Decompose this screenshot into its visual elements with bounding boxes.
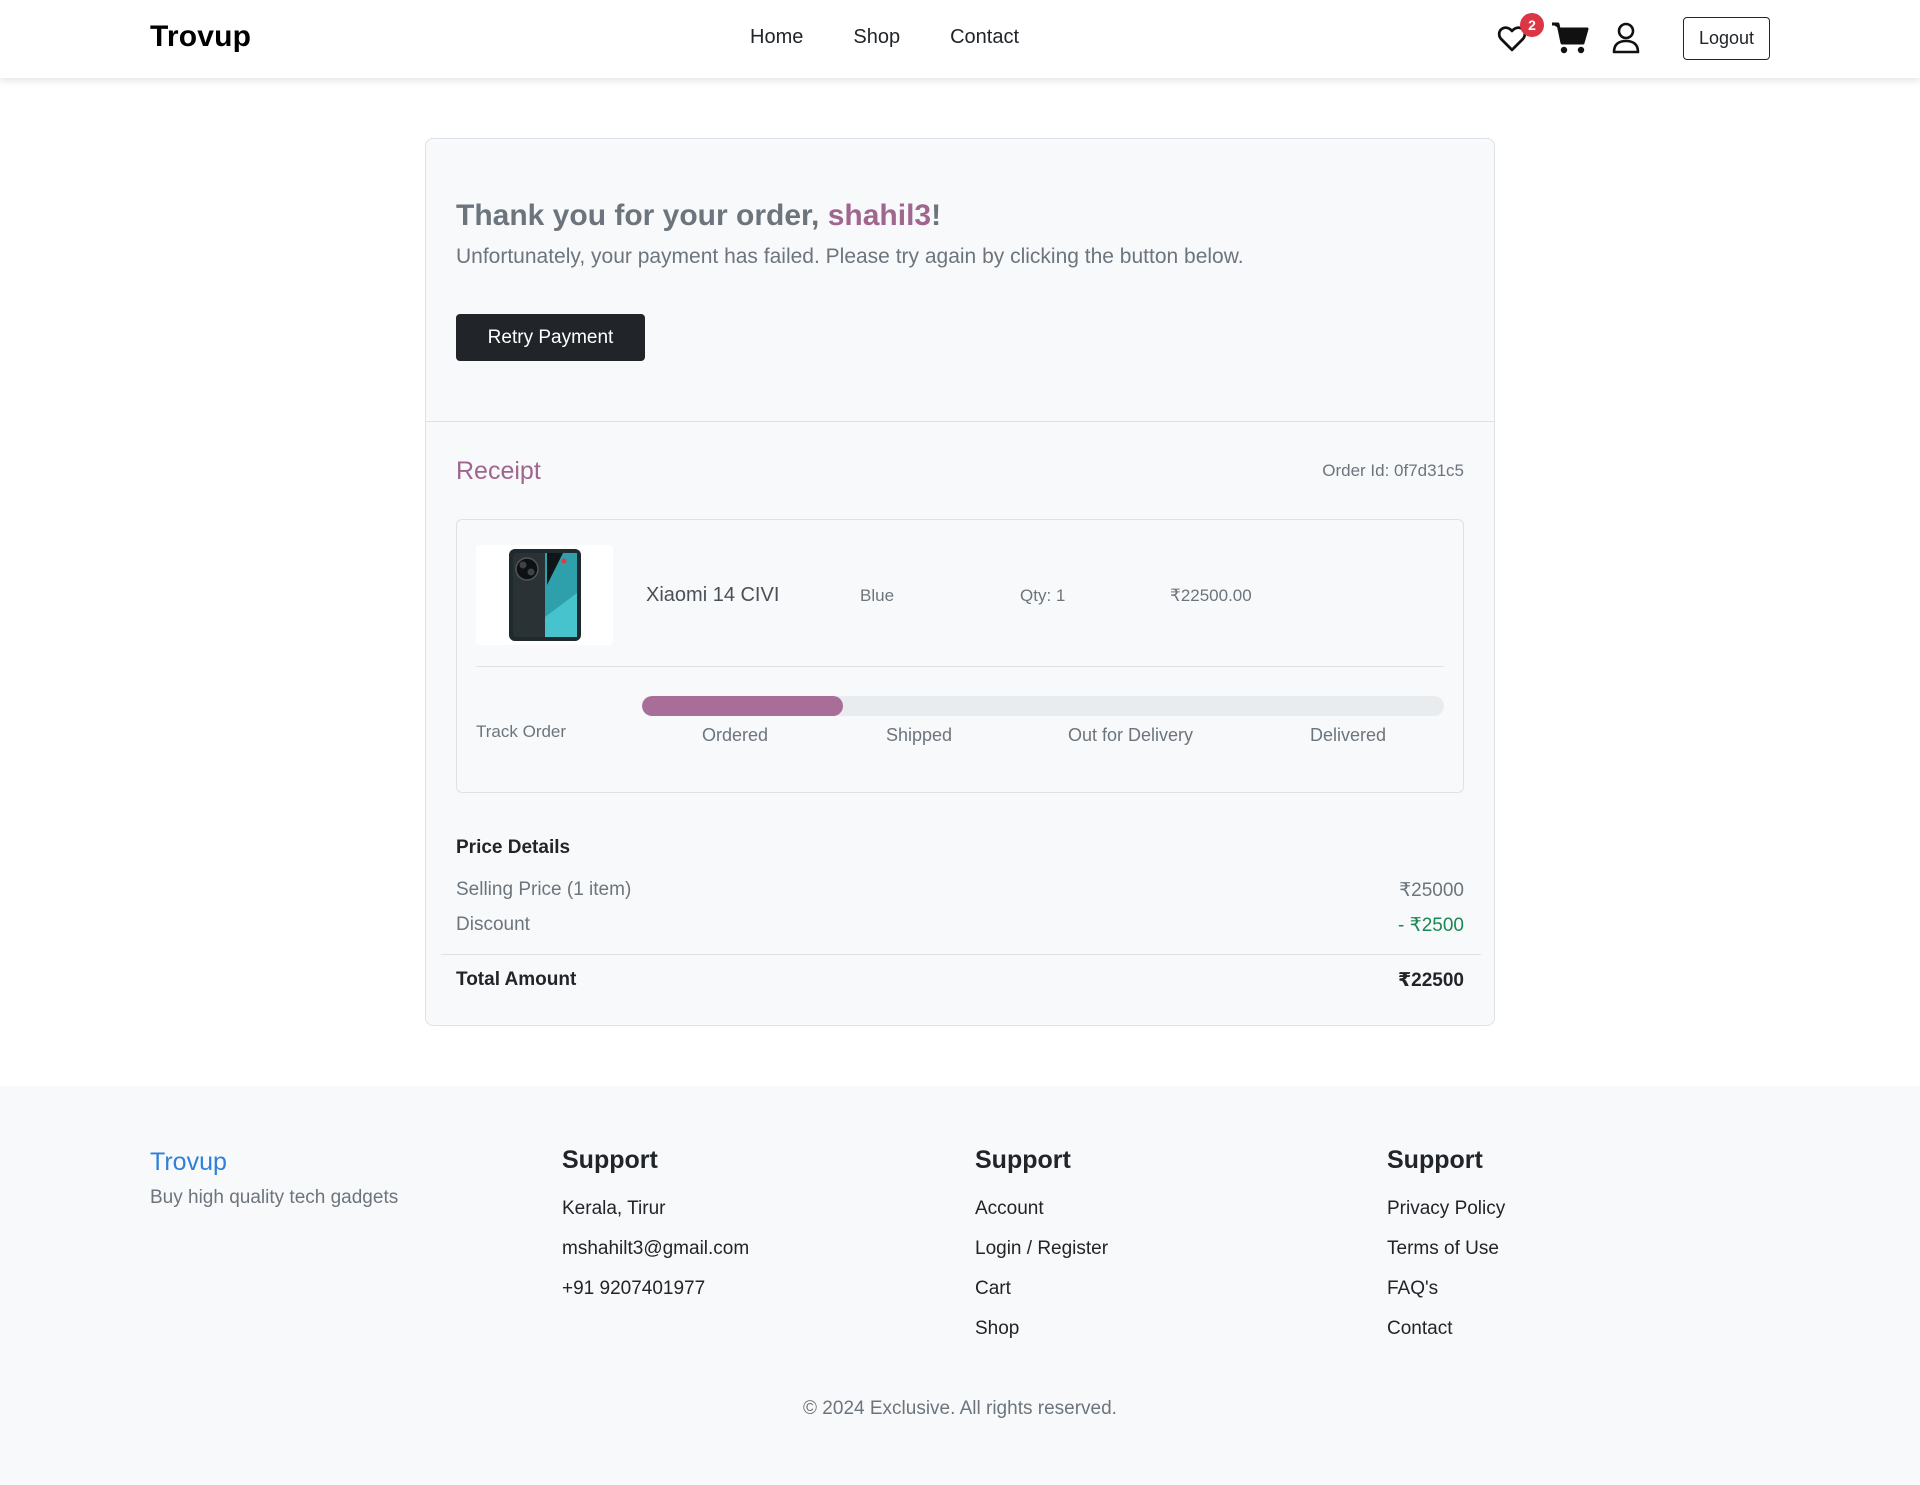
- total-amount-value: ₹22500: [1397, 970, 1464, 991]
- wishlist-count-badge: 2: [1520, 13, 1544, 37]
- selling-price-value: ₹25000: [1399, 880, 1464, 901]
- thank-you-text: Thank you for your order,: [456, 199, 828, 232]
- order-progress-fill: [642, 696, 843, 716]
- footer-link-faqs[interactable]: FAQ's: [1387, 1269, 1505, 1309]
- payment-status-section: Thank you for your order, shahil3! Unfor…: [426, 139, 1494, 422]
- selling-price-label: Selling Price (1 item): [456, 879, 632, 900]
- discount-value: - ₹2500: [1398, 915, 1464, 936]
- footer-address: Kerala, Tirur: [562, 1198, 666, 1219]
- footer-column-title: Support: [975, 1146, 1071, 1174]
- product-price: ₹22500.00: [1170, 586, 1252, 605]
- footer-account-column: Support Account Login / Register Cart Sh…: [975, 1146, 1108, 1349]
- receipt-title: Receipt: [456, 457, 541, 485]
- step-out-for-delivery: Out for Delivery: [1068, 725, 1194, 745]
- product-name: Xiaomi 14 CIVI: [646, 584, 780, 606]
- profile-button[interactable]: [1606, 16, 1646, 60]
- product-quantity: Qty: 1: [1020, 586, 1066, 605]
- nav-shop-link[interactable]: Shop: [853, 26, 900, 49]
- step-ordered: Ordered: [702, 725, 769, 745]
- cart-icon: [1552, 22, 1589, 54]
- discount-row: Discount - ₹2500: [456, 914, 1464, 937]
- nav-contact-link[interactable]: Contact: [950, 26, 1019, 49]
- thank-you-heading: Thank you for your order, shahil3!: [456, 199, 941, 233]
- footer-link-cart[interactable]: Cart: [975, 1269, 1108, 1309]
- cart-button[interactable]: [1548, 16, 1592, 60]
- footer-column-title: Support: [1387, 1146, 1483, 1174]
- payment-failed-message: Unfortunately, your payment has failed. …: [456, 245, 1244, 268]
- divider: [441, 954, 1481, 955]
- total-amount-label: Total Amount: [456, 969, 577, 990]
- copyright: © 2024 Exclusive. All rights reserved.: [803, 1398, 1117, 1419]
- track-order-label: Track Order: [476, 722, 567, 741]
- footer-contact-column: Support Kerala, Tirur mshahilt3@gmail.co…: [562, 1146, 749, 1309]
- nav-icons: 2: [1494, 13, 1646, 60]
- user-icon: [1612, 22, 1640, 54]
- footer: Trovup Buy high quality tech gadgets Sup…: [0, 1086, 1920, 1485]
- step-shipped: Shipped: [886, 725, 953, 745]
- footer-link-login-register[interactable]: Login / Register: [975, 1229, 1108, 1269]
- footer-link-contact[interactable]: Contact: [1387, 1309, 1505, 1349]
- nav-home-link[interactable]: Home: [750, 26, 803, 49]
- order-item-box: Xiaomi 14 CIVI Blue Qty: 1 ₹22500.00 Tra…: [456, 519, 1464, 793]
- nav-links: Home Shop Contact: [750, 26, 1019, 49]
- product-image: [476, 545, 613, 645]
- discount-label: Discount: [456, 914, 530, 935]
- footer-legal-column: Support Privacy Policy Terms of Use FAQ'…: [1387, 1146, 1505, 1349]
- footer-tagline: Buy high quality tech gadgets: [150, 1187, 399, 1208]
- product-color: Blue: [860, 586, 895, 605]
- footer-link-shop[interactable]: Shop: [975, 1309, 1108, 1349]
- footer-link-privacy-policy[interactable]: Privacy Policy: [1387, 1189, 1505, 1229]
- divider: [476, 666, 1444, 667]
- logout-button[interactable]: Logout: [1683, 17, 1770, 60]
- order-progress-bar: [642, 696, 1444, 716]
- footer-column-title: Support: [562, 1146, 658, 1174]
- footer-link-terms-of-use[interactable]: Terms of Use: [1387, 1229, 1505, 1269]
- footer-phone[interactable]: +91 9207401977: [562, 1269, 749, 1309]
- thank-you-suffix: !: [931, 199, 942, 232]
- total-amount-row: Total Amount ₹22500: [456, 969, 1464, 992]
- footer-link-account[interactable]: Account: [975, 1189, 1108, 1229]
- selling-price-row: Selling Price (1 item) ₹25000: [456, 879, 1464, 902]
- retry-payment-button[interactable]: Retry Payment: [456, 314, 645, 361]
- price-details-title: Price Details: [456, 837, 571, 858]
- footer-email[interactable]: mshahilt3@gmail.com: [562, 1229, 749, 1269]
- step-delivered: Delivered: [1310, 725, 1387, 745]
- navbar: Trovup Home Shop Contact 2 Logout: [0, 0, 1920, 78]
- username: shahil3: [827, 199, 932, 232]
- order-id: Order Id: 0f7d31c5: [1322, 461, 1464, 480]
- order-card: Thank you for your order, shahil3! Unfor…: [425, 138, 1495, 1026]
- brand-logo[interactable]: Trovup: [150, 20, 251, 54]
- wishlist-button[interactable]: 2: [1494, 13, 1544, 60]
- footer-brand[interactable]: Trovup: [150, 1148, 227, 1177]
- phone-product-image: [508, 549, 581, 641]
